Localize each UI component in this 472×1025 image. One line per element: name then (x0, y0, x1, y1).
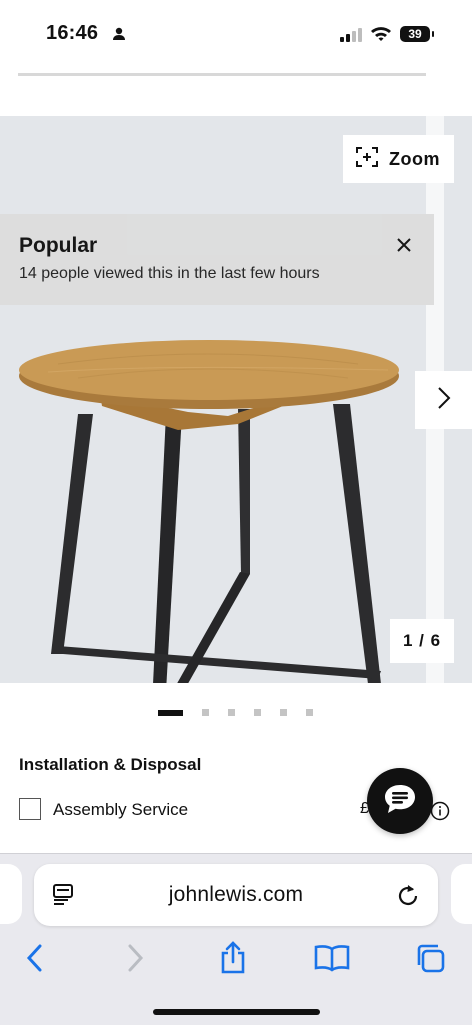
zoom-button[interactable]: Zoom (343, 135, 454, 183)
back-arrow-icon[interactable] (14, 938, 54, 978)
pagination-dot[interactable] (202, 709, 209, 716)
close-icon[interactable] (393, 234, 415, 256)
home-indicator (153, 1009, 320, 1015)
status-time: 16:46 (46, 22, 99, 44)
forward-arrow-icon[interactable] (116, 938, 156, 978)
previous-tab-peek[interactable] (0, 864, 22, 924)
browser-bottom-bar: johnlewis.com (0, 853, 472, 1025)
product-image-round-table (19, 340, 399, 683)
zoom-icon (355, 146, 379, 173)
bookmarks-icon[interactable] (312, 938, 352, 978)
zoom-label: Zoom (389, 148, 440, 169)
product-image-gallery[interactable]: Zoom Popular 14 people viewed this in th… (0, 116, 472, 683)
url-text[interactable]: johnlewis.com (34, 883, 438, 907)
pagination-dot[interactable] (254, 709, 261, 716)
battery-cap (432, 31, 434, 37)
next-tab-peek[interactable] (451, 864, 472, 924)
popular-subtitle: 14 people viewed this in the last few ho… (19, 265, 320, 282)
pagination-dot[interactable] (306, 709, 313, 716)
person-icon (112, 27, 126, 46)
reload-icon[interactable] (396, 882, 420, 913)
wifi-icon (370, 25, 392, 47)
next-image-button[interactable] (415, 371, 472, 429)
share-icon[interactable] (213, 938, 253, 978)
address-bar[interactable]: johnlewis.com (34, 864, 438, 926)
chat-bubble-icon (382, 782, 418, 821)
chat-button[interactable] (367, 768, 433, 834)
page-top-divider (18, 73, 426, 76)
pagination-dot-active[interactable] (158, 709, 183, 716)
chevron-right-icon (436, 385, 452, 416)
pagination-dot[interactable] (280, 709, 287, 716)
image-counter: 1 / 6 (390, 619, 454, 663)
status-bar: 16:46 39 (0, 0, 472, 70)
pagination-dot[interactable] (228, 709, 235, 716)
gallery-pagination (158, 709, 313, 716)
installation-section-title: Installation & Disposal (19, 755, 202, 774)
assembly-service-label[interactable]: Assembly Service (53, 800, 188, 820)
tabs-icon[interactable] (410, 938, 450, 978)
info-icon[interactable] (430, 801, 450, 826)
battery-indicator: 39 (400, 26, 430, 42)
browser-toolbar (0, 934, 472, 984)
cellular-signal-icon (340, 28, 362, 47)
popular-title: Popular (19, 234, 98, 257)
assembly-service-checkbox[interactable] (19, 798, 41, 820)
popular-banner: Popular 14 people viewed this in the las… (0, 214, 434, 305)
